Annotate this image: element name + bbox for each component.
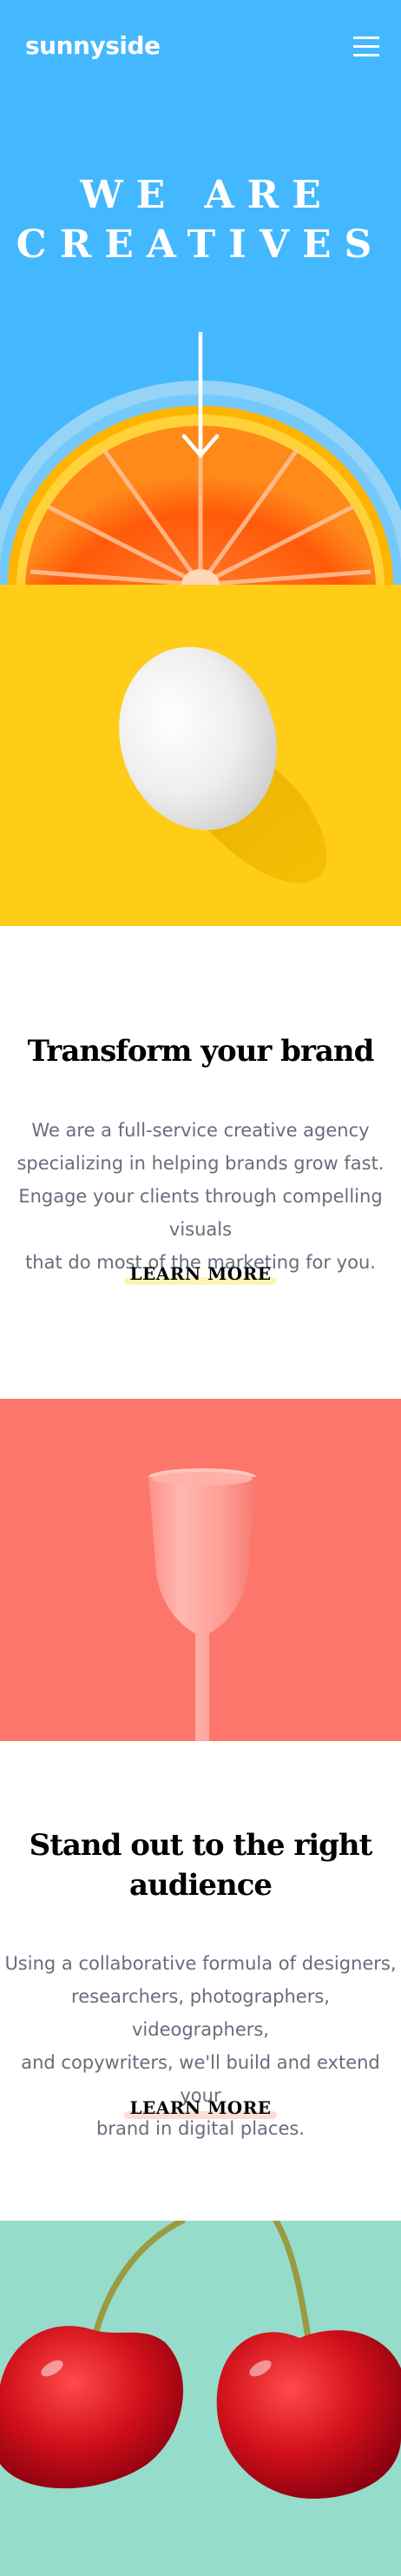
standout-title: Stand out to the right audience [0,1825,401,1905]
learn-more-link[interactable]: LEARN MORE [124,1263,277,1285]
egg-image [0,585,401,926]
transform-section: Transform your brand We are a full-servi… [0,926,401,1399]
standout-section: Stand out to the right audience Using a … [0,1741,401,2221]
hero-title: WE ARE CREATIVES [0,170,401,269]
transform-body: We are a full-service creative agency sp… [0,1114,401,1279]
arrow-down-icon[interactable] [181,332,220,459]
standout-body-line: Using a collaborative formula of designe… [4,1953,397,1974]
hero-title-line2: CREATIVES [16,222,385,267]
hero-section: sunnyside WE ARE CREATIVES [0,0,401,585]
hero-title-line1: WE ARE [80,173,334,217]
standout-body-line: researchers, photographers, videographer… [71,1986,330,2040]
learn-more-link[interactable]: LEARN MORE [124,2097,277,2119]
transform-body-line: We are a full-service creative agency [31,1120,370,1141]
page: sunnyside WE ARE CREATIVES Transform you… [0,0,401,2576]
cherry-image [0,2221,401,2576]
transform-body-line: specializing in helping brands grow fast… [16,1153,385,1174]
transform-title: Transform your brand [27,1034,375,1069]
transform-body-line: Engage your clients through compelling v… [18,1186,383,1240]
logo[interactable]: sunnyside [25,31,161,60]
standout-title-line2: audience [128,1868,273,1903]
transform-learn-more: LEARN MORE [0,1263,401,1285]
glass-image [0,1399,401,1741]
hamburger-menu-icon[interactable] [353,36,379,57]
standout-title-line1: Stand out to the right [29,1828,373,1863]
standout-learn-more: LEARN MORE [0,2097,401,2119]
